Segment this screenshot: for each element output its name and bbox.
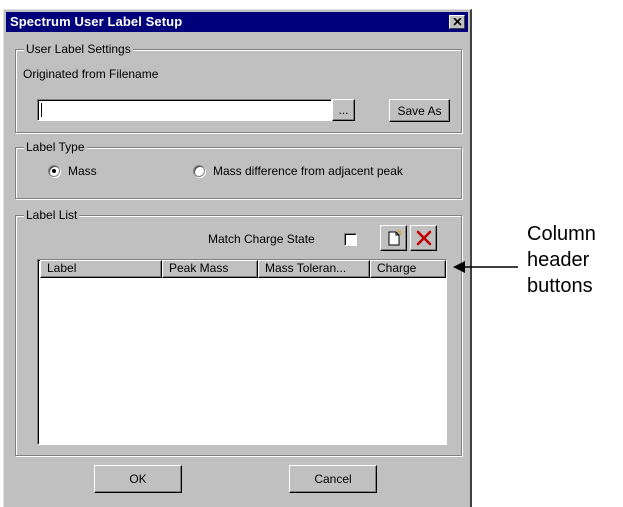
column-header-peak-mass[interactable]: Peak Mass [162, 260, 258, 278]
save-as-button-label: Save As [397, 103, 442, 118]
label-list-legend: Label List [24, 208, 80, 222]
column-header-label[interactable]: Label [40, 260, 162, 278]
radio-mass-label: Mass [68, 164, 97, 178]
callout-line-2: header [527, 249, 590, 271]
user-label-settings-legend: User Label Settings [24, 42, 133, 56]
label-list-view[interactable]: Label Peak Mass Mass Toleran... Charge [37, 259, 447, 445]
callout-line-3: buttons [527, 275, 593, 297]
match-charge-state-checkbox[interactable] [344, 233, 357, 246]
label-type-legend: Label Type [24, 140, 87, 154]
list-body [40, 278, 446, 444]
match-charge-state-label: Match Charge State [208, 232, 315, 246]
dialog-title: Spectrum User Label Setup [10, 14, 183, 29]
column-header-mass-tolerance-text: Mass Toleran... [265, 261, 347, 275]
radio-selected-dot [52, 169, 56, 173]
close-button[interactable] [449, 15, 465, 29]
ok-button-label: OK [129, 472, 147, 486]
title-bar: Spectrum User Label Setup [6, 12, 468, 32]
column-header-label-text: Label [47, 261, 77, 275]
delete-label-button[interactable] [410, 225, 437, 251]
radio-mass-difference-button[interactable] [193, 165, 205, 177]
new-label-button[interactable] [380, 225, 407, 251]
cancel-button-label: Cancel [314, 472, 352, 486]
column-header-peak-mass-text: Peak Mass [169, 261, 229, 275]
delete-x-icon [416, 230, 431, 246]
column-header-mass-tolerance[interactable]: Mass Toleran... [258, 260, 370, 278]
column-header-buttons-callout: Column header buttons [527, 221, 596, 299]
browse-button[interactable]: ... [332, 99, 355, 121]
spectrum-user-label-setup-dialog: Spectrum User Label Setup User Label Set… [3, 9, 472, 507]
column-header-charge-text: Charge [377, 261, 417, 275]
user-label-settings-group: User Label Settings Originated from File… [15, 42, 462, 133]
save-as-button[interactable]: Save As [389, 99, 450, 122]
cancel-button[interactable]: Cancel [289, 465, 377, 493]
radio-mass-button[interactable] [48, 165, 60, 177]
column-header-charge[interactable]: Charge [370, 260, 446, 278]
filename-field[interactable] [37, 99, 332, 121]
radio-mass-difference-label: Mass difference from adjacent peak [213, 164, 403, 178]
arrow-left-icon [453, 261, 518, 273]
label-type-group: Label Type Mass Mass difference from adj… [15, 140, 462, 199]
filename-label: Originated from Filename [23, 67, 159, 81]
browse-button-label: ... [338, 103, 349, 117]
close-icon [452, 18, 462, 26]
label-list-group: Label List Match Charge State Label Peak… [15, 208, 462, 456]
radio-mass-difference[interactable]: Mass difference from adjacent peak [193, 163, 453, 179]
text-cursor [41, 103, 42, 117]
ok-button[interactable]: OK [94, 465, 182, 493]
callout-line-1: Column [527, 223, 596, 245]
new-document-icon [388, 229, 402, 246]
radio-mass[interactable]: Mass [48, 163, 138, 179]
